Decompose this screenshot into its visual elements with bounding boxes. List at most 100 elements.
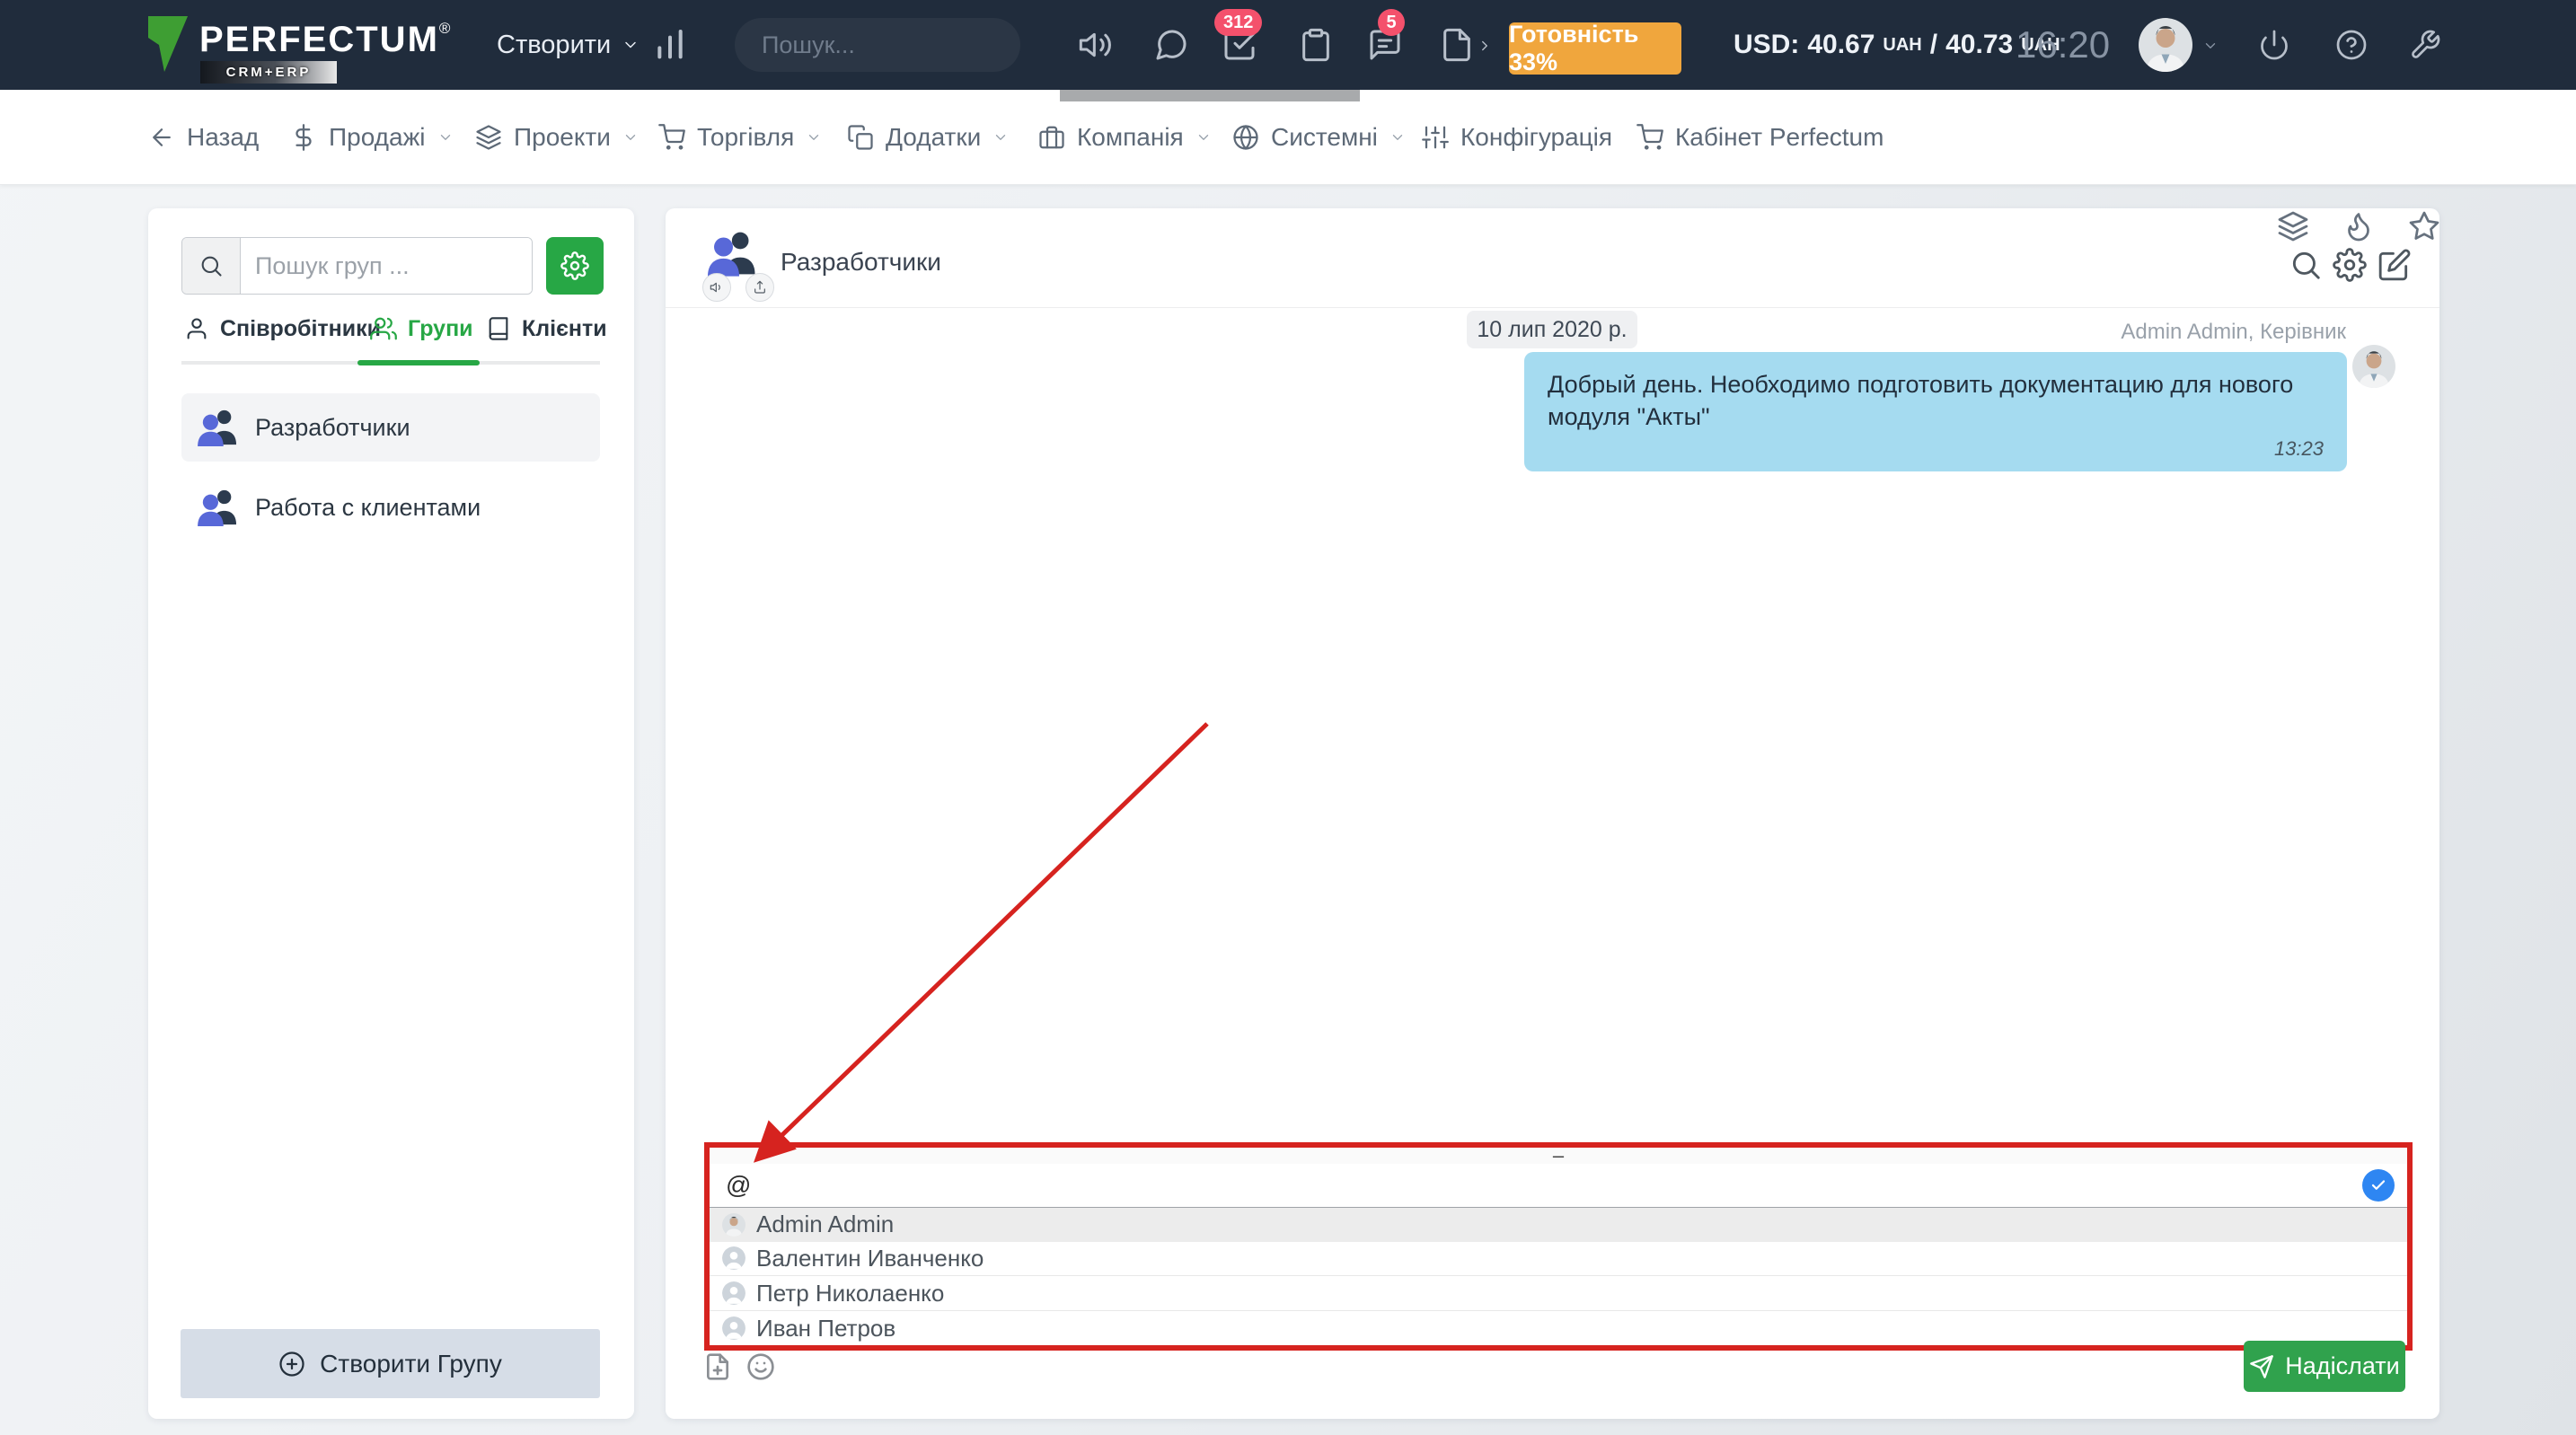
document-export-icon[interactable] (1439, 27, 1475, 63)
cart-icon (1636, 124, 1663, 151)
chat-bubble-icon[interactable] (1153, 27, 1189, 63)
contacts-sidebar: Співробітники Групи Клієнти Разработчики… (148, 208, 634, 1419)
chat-share-button[interactable] (745, 273, 774, 302)
nav-projects[interactable]: Проекти (475, 90, 639, 184)
chevron-down-icon (622, 36, 640, 54)
chevron-down-icon (1389, 129, 1406, 145)
active-tab-indicator (357, 360, 480, 365)
sidebar-settings-button[interactable] (546, 237, 604, 295)
nav-cabinet[interactable]: Кабінет Perfectum (1636, 90, 1883, 184)
clipboard-icon[interactable] (1298, 27, 1334, 63)
chat-title: Разработчики (781, 248, 941, 277)
group-search[interactable] (181, 237, 533, 295)
chevron-right-icon (1477, 38, 1493, 54)
layers-icon (475, 124, 502, 151)
currency-unit: UAH (1883, 35, 1921, 56)
nav-trade[interactable]: Торгівля (658, 90, 822, 184)
layers-icon[interactable] (2277, 210, 2309, 242)
user-avatar-photo (2139, 18, 2192, 72)
nav-sales[interactable]: Продажі (290, 90, 454, 184)
mention-name: Петр Николаенко (756, 1280, 944, 1307)
composer-attachments (703, 1352, 775, 1381)
person-icon (184, 316, 209, 341)
create-menu-button[interactable]: Створити (497, 0, 640, 90)
horizontal-scrollbar-thumb[interactable] (1060, 90, 1360, 101)
group-search-input[interactable] (241, 238, 532, 294)
mention-option[interactable]: Валентин Иванченко (710, 1242, 2407, 1276)
send-plane-icon (2249, 1354, 2274, 1379)
mention-option[interactable]: Иван Петров (710, 1310, 2407, 1345)
nav-apps[interactable]: Додатки (847, 90, 1009, 184)
bar-chart-icon[interactable] (652, 27, 688, 63)
tools-icon[interactable] (2409, 29, 2441, 61)
global-search[interactable] (735, 18, 1020, 72)
nav-company-label: Компанія (1077, 123, 1184, 152)
tab-employees[interactable]: Співробітники (184, 309, 381, 348)
create-group-button[interactable]: Створити Групу (181, 1329, 600, 1398)
gear-icon (560, 251, 589, 280)
book-icon (486, 316, 511, 341)
mention-avatar-photo (722, 1213, 745, 1237)
nav-system[interactable]: Системні (1232, 90, 1406, 184)
attach-file-icon[interactable] (703, 1352, 732, 1381)
currency-buy: 40.67 (1807, 30, 1875, 60)
emoji-icon[interactable] (746, 1352, 775, 1381)
module-nav-bar: Назад Продажі Проекти Торгівля Додатки К… (0, 90, 2576, 185)
dollar-icon (290, 124, 317, 151)
nav-cabinet-label: Кабінет Perfectum (1675, 123, 1883, 152)
tab-clients[interactable]: Клієнти (486, 309, 607, 348)
create-group-label: Створити Групу (320, 1350, 502, 1378)
composer-input[interactable]: @ (710, 1164, 2407, 1207)
arrow-left-icon (148, 124, 175, 151)
brand-subtitle: CRM+ERP (200, 61, 337, 84)
help-icon[interactable] (2335, 29, 2368, 61)
top-app-bar: PERFECTUM® CRM+ERP Створити 312 5 Готовн… (0, 0, 2576, 90)
brand-title: PERFECTUM® (199, 20, 452, 60)
readiness-button[interactable]: Готовність 33% (1509, 22, 1681, 75)
tab-clients-label: Клієнти (522, 316, 607, 342)
chat-search-icon[interactable] (2289, 248, 2323, 282)
mention-option[interactable]: Admin Admin (710, 1208, 2407, 1242)
mention-name: Иван Петров (756, 1315, 895, 1343)
send-label: Надіслати (2285, 1352, 2399, 1380)
composer-resize-handle[interactable]: – (710, 1148, 2407, 1164)
group-list-item[interactable]: Работа с клиентами (181, 480, 600, 535)
message-text: Добрый день. Необходимо подготовить доку… (1548, 368, 2324, 434)
globe-icon (1232, 124, 1259, 151)
nav-configuration-label: Конфігурація (1460, 123, 1612, 152)
search-icon-box (182, 238, 241, 294)
currency-label: USD: (1734, 30, 1799, 60)
nav-configuration[interactable]: Конфігурація (1422, 90, 1612, 184)
account-chevron-icon[interactable] (2202, 38, 2219, 54)
message-bubble: Добрый день. Необходимо подготовить доку… (1524, 352, 2347, 471)
send-button[interactable]: Надіслати (2244, 1341, 2405, 1392)
nav-back[interactable]: Назад (148, 90, 259, 184)
nav-company[interactable]: Компанія (1038, 90, 1212, 184)
tab-groups[interactable]: Групи (370, 309, 473, 348)
chat-settings-icon[interactable] (2333, 248, 2367, 282)
group-list-item[interactable]: Разработчики (181, 393, 600, 462)
flame-icon[interactable] (2342, 210, 2375, 242)
chat-mute-button[interactable] (702, 273, 731, 302)
user-avatar[interactable] (2139, 18, 2192, 72)
mention-name: Admin Admin (756, 1211, 894, 1238)
clock: 16:20 (2016, 0, 2110, 90)
default-avatar-icon (722, 1246, 745, 1270)
star-icon[interactable] (2408, 210, 2440, 242)
upload-icon (753, 280, 767, 295)
confirm-check-button[interactable] (2362, 1169, 2395, 1202)
logout-power-icon[interactable] (2258, 29, 2290, 61)
message-avatar (2352, 345, 2395, 388)
composer-value: @ (726, 1171, 2362, 1200)
nav-back-label: Назад (187, 123, 259, 152)
new-message-icon[interactable] (2378, 248, 2412, 282)
sliders-icon (1422, 124, 1449, 151)
mention-annotation-box: – @ Admin Admin Валентин Иванченко Петр … (704, 1142, 2413, 1351)
mention-option[interactable]: Петр Николаенко (710, 1275, 2407, 1310)
global-search-input[interactable] (760, 31, 1081, 60)
check-icon (2370, 1177, 2386, 1193)
tab-groups-label: Групи (408, 316, 473, 342)
message-time: 13:23 (1548, 437, 2324, 461)
chevron-down-icon (1195, 129, 1212, 145)
sound-icon[interactable] (1078, 27, 1114, 63)
